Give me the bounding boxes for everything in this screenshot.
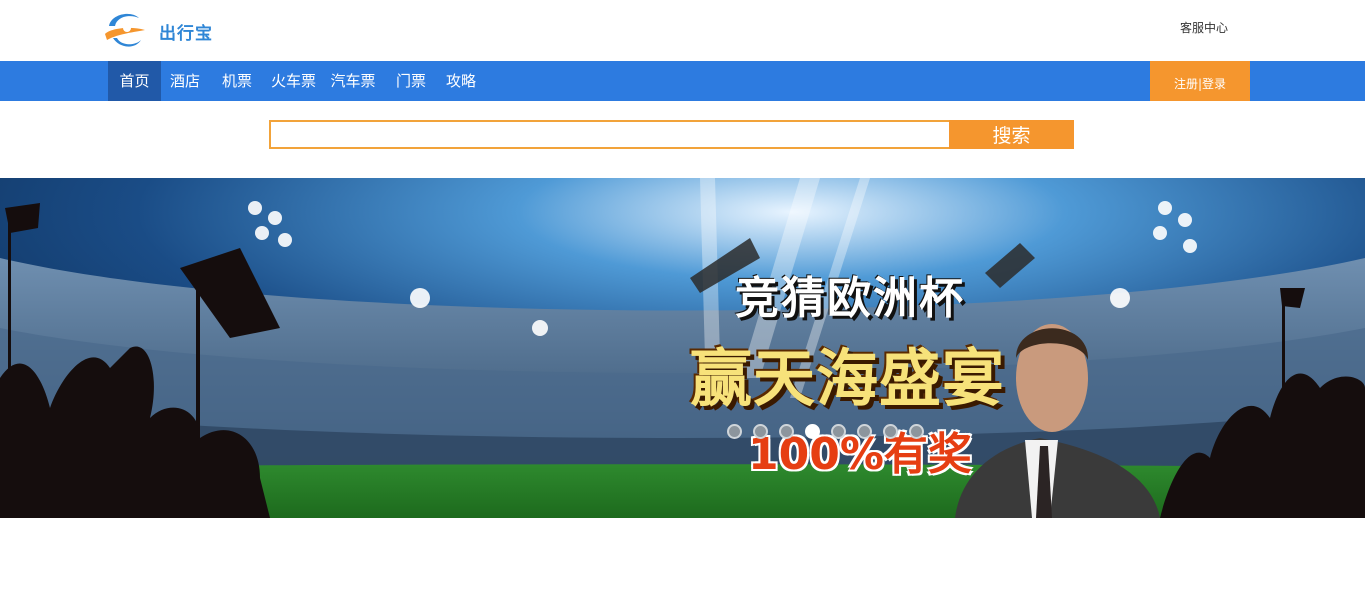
slider-dots: [727, 424, 924, 439]
banner-image: [0, 178, 1365, 518]
slider-dot[interactable]: [831, 424, 846, 439]
promo-banner[interactable]: 竞猜欧洲杯 赢天海盛宴 100%有奖: [0, 178, 1365, 518]
slider-dot[interactable]: [727, 424, 742, 439]
nav-item[interactable]: 火车票: [265, 61, 322, 101]
slider-dot[interactable]: [883, 424, 898, 439]
register-login-button[interactable]: 注册|登录: [1150, 61, 1250, 101]
nav-item[interactable]: 首页: [108, 61, 161, 101]
nav-item[interactable]: 门票: [384, 61, 438, 101]
nav-item[interactable]: 机票: [209, 61, 265, 101]
slider-dot[interactable]: [753, 424, 768, 439]
logo[interactable]: 出行宝: [101, 8, 213, 54]
slider-dot[interactable]: [909, 424, 924, 439]
search-bar: 搜索: [269, 120, 1074, 149]
banner-headline-1: 竞猜欧洲杯: [735, 273, 965, 324]
logo-icon: [105, 13, 145, 47]
header: 出行宝 客服中心: [0, 0, 1365, 61]
banner-headline-2: 赢天海盛宴: [690, 342, 1006, 415]
nav-item[interactable]: 汽车票: [322, 61, 384, 101]
slider-dot[interactable]: [779, 424, 794, 439]
search-button[interactable]: 搜索: [949, 120, 1074, 149]
nav-items: 首页 酒店 机票 火车票 汽车票 门票 攻略: [108, 61, 484, 101]
logo-text: 出行宝: [159, 23, 213, 44]
slider-dot[interactable]: [805, 424, 820, 439]
slider-dot[interactable]: [857, 424, 872, 439]
search-input[interactable]: [269, 120, 949, 149]
customer-service-link[interactable]: 客服中心: [1180, 19, 1228, 36]
main-nav: 首页 酒店 机票 火车票 汽车票 门票 攻略 注册|登录: [0, 61, 1365, 101]
nav-item[interactable]: 攻略: [438, 61, 484, 101]
nav-item[interactable]: 酒店: [161, 61, 209, 101]
